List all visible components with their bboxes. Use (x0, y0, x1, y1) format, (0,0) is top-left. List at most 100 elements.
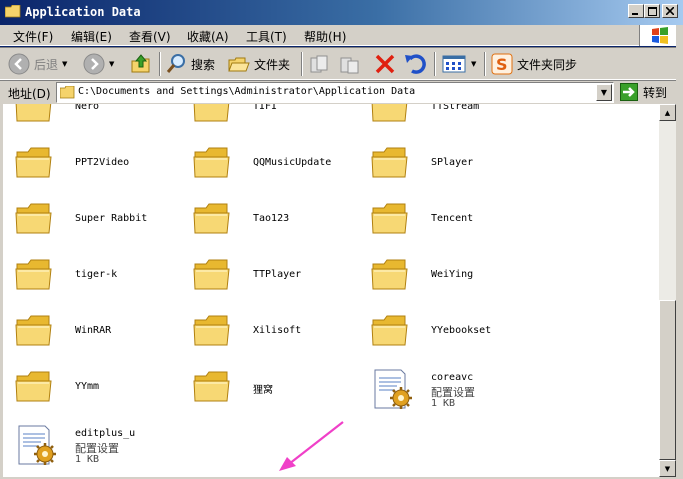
item-name: editplus_u (75, 428, 136, 439)
folder-item[interactable]: 狸窝 (193, 368, 363, 408)
item-name: YYmm (75, 381, 100, 392)
views-button[interactable]: ▼ (441, 52, 476, 76)
address-label: 地址(D) (8, 87, 51, 101)
search-icon (166, 54, 185, 73)
menu-edit[interactable]: 编辑(E) (71, 28, 112, 45)
toolbar-separator (484, 52, 486, 76)
item-name: Nero (75, 104, 100, 112)
config-file-icon (18, 425, 56, 465)
item-name: YYebookset (431, 325, 492, 336)
folder-item[interactable]: QQMusicUpdate (193, 144, 363, 184)
folder-icon (371, 315, 408, 346)
item-name: WinRAR (75, 325, 112, 336)
folder-icon (60, 86, 75, 99)
move-to-button[interactable] (308, 52, 332, 76)
search-button[interactable]: 搜索 (165, 52, 215, 76)
address-input[interactable]: C:\Documents and Settings\Administrator\… (56, 82, 614, 103)
address-value[interactable]: C:\Documents and Settings\Administrator\… (78, 86, 415, 97)
copy-to-icon (340, 57, 359, 74)
address-dropdown-button[interactable]: ▼ (596, 84, 612, 101)
folder-icon (371, 203, 408, 234)
vertical-scrollbar[interactable]: ▲ ▼ (659, 104, 676, 477)
folders-button[interactable]: 文件夹 (228, 52, 290, 76)
folder-icon (15, 259, 52, 290)
folder-icon (15, 147, 52, 178)
item-name: Super Rabbit (75, 213, 148, 224)
folder-icon (371, 147, 408, 178)
views-icon (442, 55, 466, 73)
minimize-button[interactable] (628, 4, 644, 18)
folder-icon (193, 259, 230, 290)
toolbar: 后退 ▼ ▼ 搜索 文件夹 ▼ S 文件夹同步 (0, 47, 683, 80)
go-arrow-icon (620, 83, 638, 101)
folder-item[interactable]: Super Rabbit (15, 200, 185, 240)
back-label: 后退 (34, 58, 59, 72)
item-size: 1 KB (431, 398, 456, 409)
window-title: Application Data (25, 5, 141, 19)
folder-item[interactable]: YYebookset (371, 312, 541, 352)
folder-sync-button[interactable]: S 文件夹同步 (491, 52, 577, 76)
scroll-thumb[interactable] (659, 300, 676, 460)
file-item[interactable]: editplus_u 配置设置 1 KB (15, 424, 185, 465)
chevron-down-icon[interactable]: ▼ (109, 60, 114, 68)
menu-view[interactable]: 查看(V) (129, 28, 171, 45)
folder-item[interactable]: TTStream (371, 104, 541, 128)
item-size: 1 KB (75, 454, 100, 465)
item-name: Xilisoft (253, 325, 302, 336)
folder-item[interactable]: WeiYing (371, 256, 541, 296)
item-name: Tencent (431, 213, 474, 224)
scroll-down-button[interactable]: ▼ (659, 460, 676, 477)
folder-item[interactable]: TTPlayer (193, 256, 363, 296)
menu-tools[interactable]: 工具(T) (246, 28, 287, 45)
maximize-icon (647, 6, 657, 16)
folder-icon (371, 259, 408, 290)
folder-icon (15, 371, 52, 402)
undo-button[interactable] (403, 52, 429, 76)
folder-item[interactable]: Xilisoft (193, 312, 363, 352)
folders-icon (228, 57, 250, 72)
folder-item[interactable]: PPT2Video (15, 144, 185, 184)
menu-favorites[interactable]: 收藏(A) (187, 28, 229, 45)
close-icon (666, 7, 674, 15)
item-name: TTStream (431, 104, 480, 112)
folder-item[interactable]: WinRAR (15, 312, 185, 352)
folder-item[interactable]: YYmm (15, 368, 185, 408)
folder-icon (371, 104, 408, 122)
folder-item[interactable]: Nero (15, 104, 185, 128)
item-name: TIFI (253, 104, 278, 112)
forward-button[interactable]: ▼ (83, 52, 114, 76)
folder-icon (15, 104, 52, 122)
folder-icon (193, 104, 230, 122)
folder-icon (15, 315, 52, 346)
file-item[interactable]: coreavc 配置设置 1 KB (371, 368, 541, 409)
chevron-down-icon[interactable]: ▼ (471, 60, 476, 68)
maximize-button[interactable] (644, 4, 660, 18)
folder-icon (15, 203, 52, 234)
close-button[interactable] (662, 4, 678, 18)
file-list-pane[interactable]: Nero TIFI TTStream PPT2Video QQMusicUpdate SP… (3, 104, 659, 477)
folder-icon (5, 5, 21, 18)
chevron-down-icon[interactable]: ▼ (62, 60, 67, 68)
delete-button[interactable] (373, 52, 397, 76)
title-bar[interactable]: Application Data (0, 0, 683, 25)
folder-icon (193, 147, 230, 178)
window-frame-right (676, 25, 683, 479)
folder-icon (193, 371, 230, 402)
back-button[interactable]: 后退 ▼ (8, 52, 67, 76)
toolbar-separator (301, 52, 303, 76)
copy-to-button[interactable] (338, 52, 362, 76)
menu-file[interactable]: 文件(F) (13, 28, 53, 45)
folder-item[interactable]: SPlayer (371, 144, 541, 184)
folder-item[interactable]: TIFI (193, 104, 363, 128)
scroll-up-button[interactable]: ▲ (659, 104, 676, 121)
folders-label: 文件夹 (254, 58, 291, 72)
search-label: 搜索 (191, 58, 216, 72)
menu-bar: 文件(F) 编辑(E) 查看(V) 收藏(A) 工具(T) 帮助(H) (0, 25, 683, 46)
up-folder-button[interactable] (130, 52, 152, 76)
go-button[interactable]: 转到 (620, 83, 667, 101)
folder-item[interactable]: Tao123 (193, 200, 363, 240)
toolbar-separator (434, 52, 436, 76)
folder-item[interactable]: tiger-k (15, 256, 185, 296)
menu-help[interactable]: 帮助(H) (304, 28, 346, 45)
folder-item[interactable]: Tencent (371, 200, 541, 240)
